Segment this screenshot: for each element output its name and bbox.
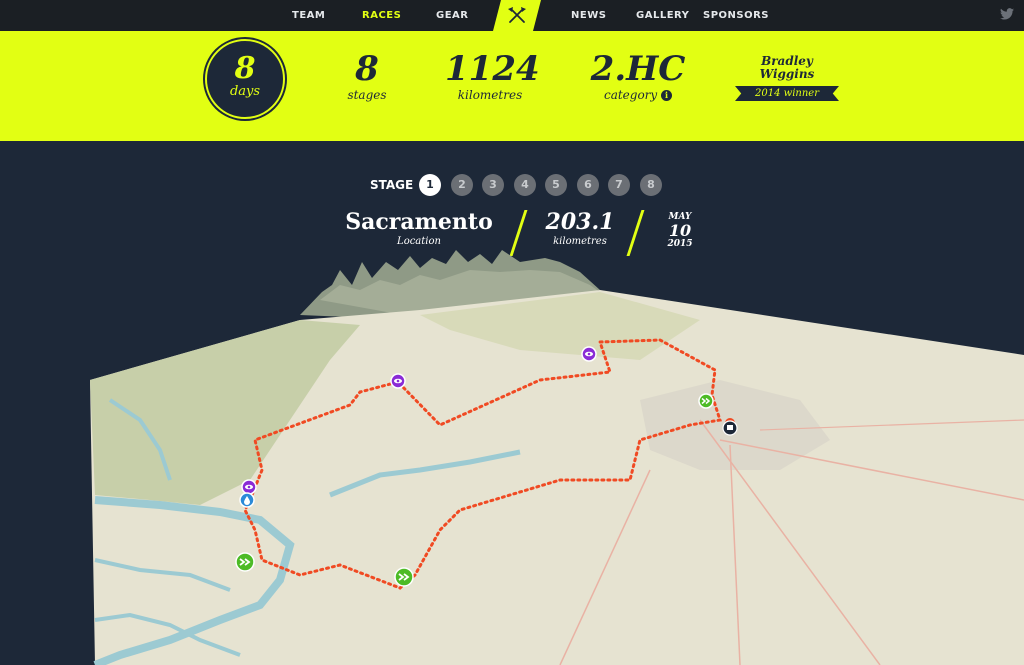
nav-gallery[interactable]: GALLERY	[636, 10, 689, 21]
info-icon[interactable]: i	[661, 90, 673, 101]
kilometres-value: 1124	[445, 49, 540, 89]
stage-button-1[interactable]: 1	[419, 174, 441, 196]
days-label: days	[229, 84, 261, 99]
eye-icon[interactable]	[241, 479, 257, 495]
double-chevron-icon[interactable]	[394, 567, 414, 587]
nav-team[interactable]: TEAM	[292, 10, 325, 21]
winner-name: Bradley Wiggins	[759, 54, 815, 81]
category-value: 2.HC	[590, 49, 686, 89]
water-drop-icon[interactable]	[239, 492, 255, 508]
nav-sponsors[interactable]: SPONSORS	[703, 10, 769, 21]
days-badge: 8 days	[205, 39, 285, 119]
nav-gear[interactable]: GEAR	[436, 10, 468, 21]
location-value: Sacramento	[345, 209, 493, 235]
stage-button-8[interactable]: 8	[640, 174, 662, 196]
stage-route-map[interactable]	[0, 240, 1024, 665]
nav-races[interactable]: RACES	[362, 10, 401, 21]
stage-button-5[interactable]: 5	[545, 174, 567, 196]
crossed-axes-icon	[508, 7, 526, 23]
winner-ribbon: 2014 winner	[735, 86, 839, 101]
nav-news[interactable]: NEWS	[571, 10, 606, 21]
stages-value: 8	[355, 49, 379, 89]
previous-winner: Bradley Wiggins 2014 winner	[735, 55, 839, 101]
category-label: category	[603, 88, 658, 102]
stage-button-4[interactable]: 4	[514, 174, 536, 196]
stage-button-6[interactable]: 6	[577, 174, 599, 196]
kilometres-label: kilometres	[457, 88, 523, 102]
stages-stat: 8 stages	[332, 51, 402, 103]
stage-selector-label: STAGE	[370, 178, 414, 192]
date-day: 10	[668, 221, 692, 240]
stage-button-3[interactable]: 3	[482, 174, 504, 196]
distance-value: 203.1	[545, 209, 615, 235]
category-stat: 2.HC category i	[588, 51, 688, 103]
double-chevron-icon[interactable]	[698, 393, 714, 409]
home-logo-button[interactable]	[493, 0, 541, 31]
top-nav: TEAM RACES GEAR NEWS GALLERY SPONSORS	[0, 0, 1024, 31]
stages-label: stages	[347, 88, 387, 102]
twitter-icon[interactable]	[1000, 8, 1014, 20]
race-stats-band: 8 days 8 stages 1124 kilometres 2.HC cat…	[0, 31, 1024, 141]
eye-icon[interactable]	[390, 373, 406, 389]
stage-button-2[interactable]: 2	[451, 174, 473, 196]
kilometres-stat: 1124 kilometres	[445, 49, 540, 103]
double-chevron-icon[interactable]	[235, 552, 255, 572]
stage-button-7[interactable]: 7	[608, 174, 630, 196]
eye-icon[interactable]	[581, 346, 597, 362]
days-value: 8	[234, 51, 256, 86]
